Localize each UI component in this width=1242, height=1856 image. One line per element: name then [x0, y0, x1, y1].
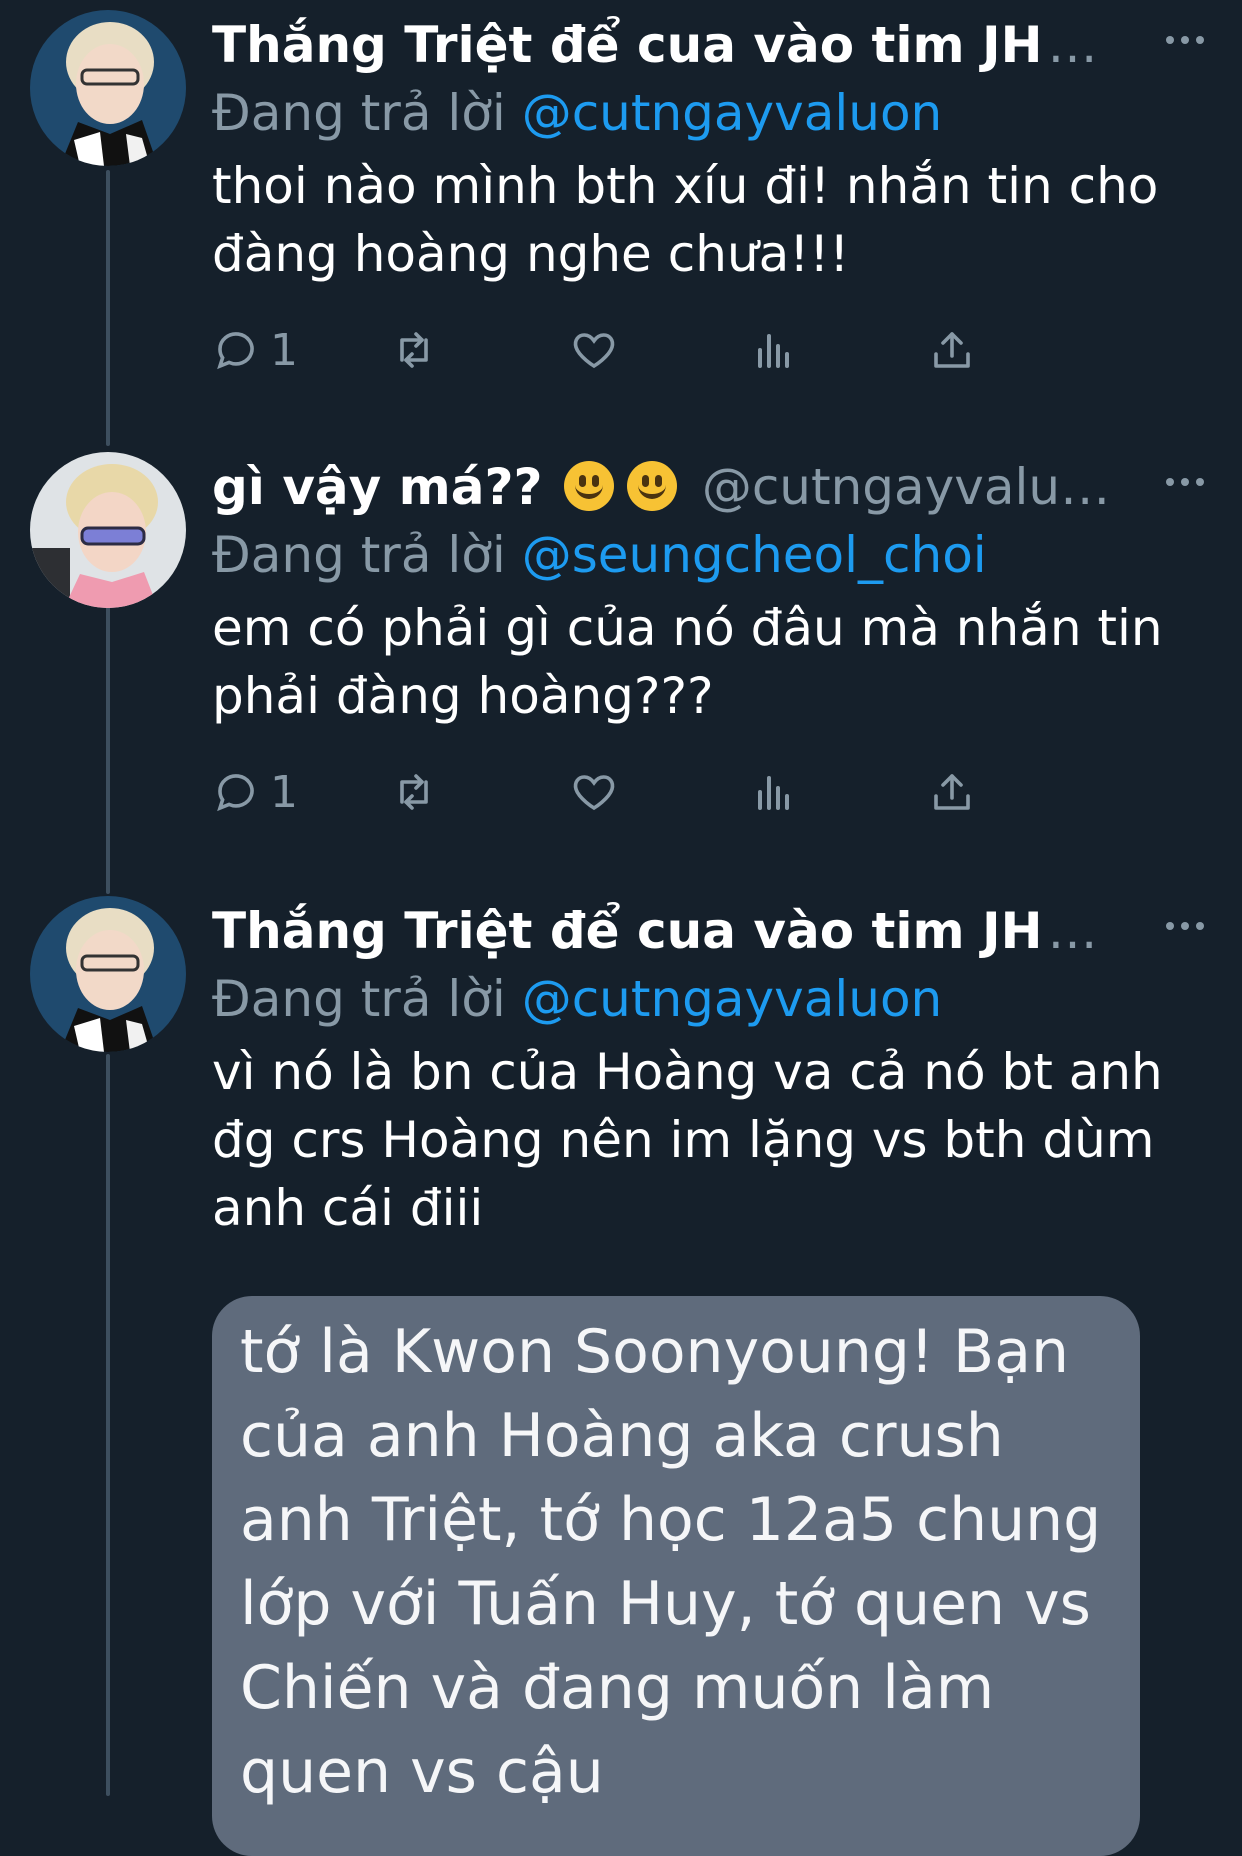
reply-icon [217, 774, 254, 812]
smiley-emoji-icon [563, 461, 614, 511]
share-icon [934, 774, 970, 810]
action-bar: 1 [212, 310, 1212, 390]
retweet-icon [400, 332, 428, 368]
replying-prefix: Đang trả lời [212, 526, 506, 584]
share-icon [934, 332, 970, 368]
smiley-emoji-icon [626, 461, 677, 511]
more-icon[interactable] [1158, 28, 1212, 52]
truncation-ellipsis: … [1047, 16, 1098, 74]
tweet-text: em có phải gì của nó đâu mà nhắn tin phả… [212, 599, 1163, 725]
reply-icon [217, 332, 254, 370]
heart-icon [573, 775, 615, 811]
tweet-content: Thắng Triệt để cua vào tim JH … Đang trả… [212, 10, 1212, 390]
replying-to: Đang trả lời @cutngayvaluon [212, 80, 1212, 146]
display-name[interactable]: gì vậy má?? [212, 452, 543, 522]
more-icon[interactable] [1158, 914, 1212, 938]
views-button[interactable] [750, 752, 798, 832]
replying-to: Đang trả lời @seungcheol_choi [212, 522, 1212, 588]
replying-prefix: Đang trả lời [212, 84, 506, 142]
reply-button[interactable]: 1 [212, 752, 298, 832]
reply-count: 1 [270, 324, 298, 376]
thread-line [106, 604, 110, 894]
like-button[interactable] [570, 752, 618, 832]
action-bar: 1 [212, 752, 1212, 832]
mention-link[interactable]: @cutngayvaluon [522, 970, 943, 1028]
like-button[interactable] [570, 310, 618, 390]
retweet-button[interactable] [390, 752, 438, 832]
avatar[interactable] [30, 10, 186, 166]
replying-to: Đang trả lời @cutngayvaluon [212, 966, 1212, 1032]
tweet-text: vì nó là bn của Hoàng va cả nó bt anh đg… [212, 1043, 1163, 1237]
mention-link[interactable]: @seungcheol_choi [522, 526, 987, 584]
views-button[interactable] [750, 310, 798, 390]
tweet-header: Thắng Triệt để cua vào tim JH … [212, 10, 1212, 80]
display-name[interactable]: Thắng Triệt để cua vào tim JH [212, 10, 1042, 80]
tweet-content: gì vậy má?? @cutngayvalu… Đang trả lời @… [212, 452, 1212, 832]
attached-image-text: tớ là Kwon Soonyoung! Bạn của anh Hoàng … [240, 1317, 1102, 1807]
thread-line [106, 170, 110, 446]
tweet-text: thoi nào mình bth xíu đi! nhắn tin cho đ… [212, 157, 1159, 283]
share-button[interactable] [928, 752, 976, 832]
display-name[interactable]: Thắng Triệt để cua vào tim JH [212, 896, 1042, 966]
replying-prefix: Đang trả lời [212, 970, 506, 1028]
truncation-ellipsis: … [1047, 902, 1098, 960]
avatar[interactable] [30, 896, 186, 1052]
more-icon[interactable] [1158, 470, 1212, 494]
retweet-icon [400, 774, 428, 810]
retweet-button[interactable] [390, 310, 438, 390]
thread-line [106, 1054, 110, 1796]
share-button[interactable] [928, 310, 976, 390]
views-icon [758, 776, 789, 810]
mention-link[interactable]: @cutngayvaluon [522, 84, 943, 142]
tweet-content: Thắng Triệt để cua vào tim JH … Đang trả… [212, 896, 1212, 1242]
handle[interactable]: @cutngayvalu… [702, 458, 1110, 516]
avatar[interactable] [30, 452, 186, 608]
views-icon [758, 334, 789, 368]
attached-image-card[interactable]: tớ là Kwon Soonyoung! Bạn của anh Hoàng … [212, 1296, 1140, 1856]
tweet-header: Thắng Triệt để cua vào tim JH … [212, 896, 1212, 966]
reply-count: 1 [270, 766, 298, 818]
heart-icon [573, 333, 615, 369]
reply-button[interactable]: 1 [212, 310, 298, 390]
tweet-header: gì vậy má?? @cutngayvalu… [212, 452, 1212, 522]
